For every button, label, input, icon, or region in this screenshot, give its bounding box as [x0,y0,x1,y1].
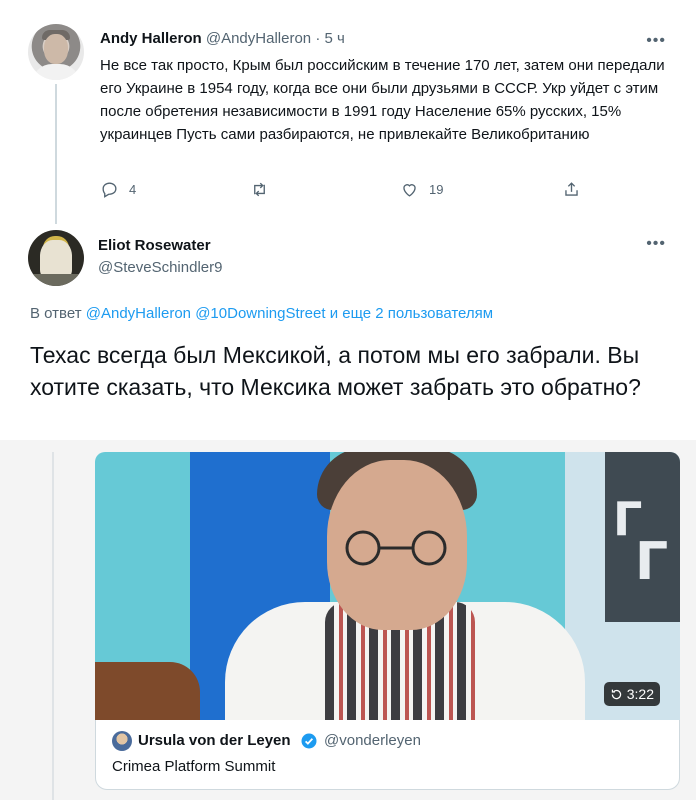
separator: · [315,30,321,47]
reply-icon [102,182,117,198]
thread-line [55,84,57,224]
avatar[interactable] [28,230,84,286]
author-handle[interactable]: @AndyHalleron [206,30,311,47]
reply-count: 4 [129,182,137,197]
more-options-icon[interactable]: ••• [646,32,666,50]
tweet-andy-halleron[interactable]: Andy Halleron @AndyHalleron · 5 ч ••• Не… [0,0,696,225]
reply-button[interactable]: 4 [100,180,136,199]
like-count: 19 [429,182,444,197]
thread-line [52,452,54,800]
like-button[interactable]: 19 [400,180,443,199]
tweet-text: Не все так просто, Крым был российским в… [100,57,665,143]
tweet-eliot-rosewater[interactable]: Eliot Rosewater @SteveSchindler9 ••• В о… [0,225,696,440]
replying-to: В ответ @AndyHalleron @10DowningStreet и… [30,305,493,322]
mention-link[interactable]: @AndyHalleron [86,305,191,322]
author-name[interactable]: Andy Halleron [100,30,202,47]
tweet-actions: 4 19 [100,180,580,204]
tweet-time[interactable]: 5 ч [324,30,344,47]
avatar[interactable] [28,24,84,80]
tweet-text: Техас всегда был Мексикой, а потом мы ег… [30,342,641,400]
video-duration-badge: 3:22 [603,682,660,706]
verified-badge-icon [301,733,317,749]
more-options-icon[interactable]: ••• [646,235,666,253]
retweet-button[interactable] [250,180,269,199]
reply-prefix: В ответ [30,305,82,322]
video-player[interactable]: Г Г 3:22 [95,452,680,720]
replay-icon [611,689,621,699]
glasses-shape [345,530,447,566]
more-mentions-link[interactable]: и еще 2 пользователям [330,305,493,322]
share-button[interactable] [562,180,581,199]
author-handle[interactable]: @SteveSchindler9 [98,259,222,276]
tweet-header: Andy Halleron @AndyHalleron · 5 ч [100,30,345,47]
retweet-icon [254,182,265,197]
mention-link[interactable]: @10DowningStreet [195,305,325,322]
avatar[interactable] [112,731,132,751]
quoted-author-name[interactable]: Ursula von der Leyen [138,732,291,749]
quoted-tweet-card[interactable]: Ursula von der Leyen @vonderleyen Crimea… [95,720,680,790]
quoted-media-area: Г Г 3:22 Ursula von der Leyen @vonderley… [0,440,696,800]
video-duration: 3:22 [626,686,654,702]
quoted-tweet-text: Crimea Platform Summit [112,758,276,775]
quoted-author-handle[interactable]: @vonderleyen [324,732,421,749]
share-icon [565,182,578,196]
heart-icon [403,184,416,197]
author-name[interactable]: Eliot Rosewater [98,237,211,254]
